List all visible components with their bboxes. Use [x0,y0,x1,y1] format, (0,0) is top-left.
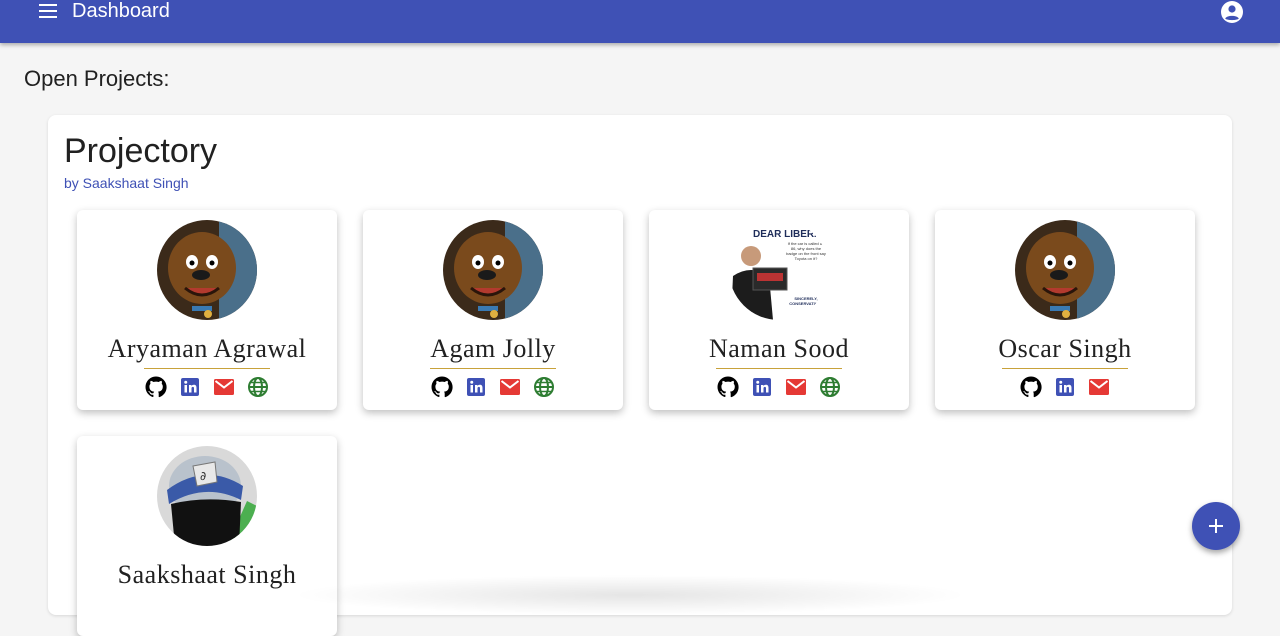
website-icon[interactable] [818,375,842,399]
section-title: Open Projects: [24,66,170,91]
github-icon[interactable] [1019,375,1043,399]
name-divider [430,368,556,369]
linkedin-icon[interactable] [750,375,774,399]
name-divider [144,368,270,369]
member-card: DEAR LIBERA If the car is called an 86, … [649,210,909,410]
member-card: Aryaman Agrawal [77,210,337,410]
account-circle-icon[interactable] [1219,0,1245,25]
name-divider [1002,368,1128,369]
email-icon[interactable] [212,375,236,399]
meme-signoff: SINCERELY, CONSERVATIVES [789,296,823,306]
project-title: Projectory [64,132,218,170]
cartoon-dog-avatar [443,220,543,320]
github-icon[interactable] [716,375,740,399]
linkedin-icon[interactable] [178,375,202,399]
add-project-button[interactable] [1192,502,1240,550]
project-card: Projectory by Saakshaat Singh Aryaman Ag… [48,115,1232,636]
masked-ninja-photo-avatar: ∂ [157,446,257,546]
member-card: Oscar Singh [935,210,1195,410]
meme-heading: DEAR LIBERA [753,229,821,240]
add-icon [1209,519,1223,533]
member-name: Aryaman Agrawal [107,334,307,363]
svg-text:∂: ∂ [200,469,206,483]
app-bar: Dashboard [0,0,1280,43]
cartoon-dog-avatar [1015,220,1115,320]
project-author: by Saakshaat Singh [64,175,189,191]
website-icon[interactable] [246,375,270,399]
linkedin-icon[interactable] [464,375,488,399]
scroll-shadow [290,575,970,615]
member-card: Agam Jolly [363,210,623,410]
member-name: Naman Sood [708,334,850,363]
page-title: Dashboard [72,0,170,22]
website-icon[interactable] [532,375,556,399]
meme-photo-avatar: DEAR LIBERA If the car is called an 86, … [729,220,829,320]
email-icon[interactable] [1087,375,1111,399]
member-name: Agam Jolly [430,334,556,363]
github-icon[interactable] [144,375,168,399]
member-name: Oscar Singh [998,334,1132,363]
cartoon-dog-avatar [157,220,257,320]
email-icon[interactable] [784,375,808,399]
linkedin-icon[interactable] [1053,375,1077,399]
github-icon[interactable] [430,375,454,399]
meme-caption: If the car is called an 86, why does the… [786,241,826,261]
email-icon[interactable] [498,375,522,399]
menu-icon[interactable] [36,0,60,22]
name-divider [716,368,842,369]
